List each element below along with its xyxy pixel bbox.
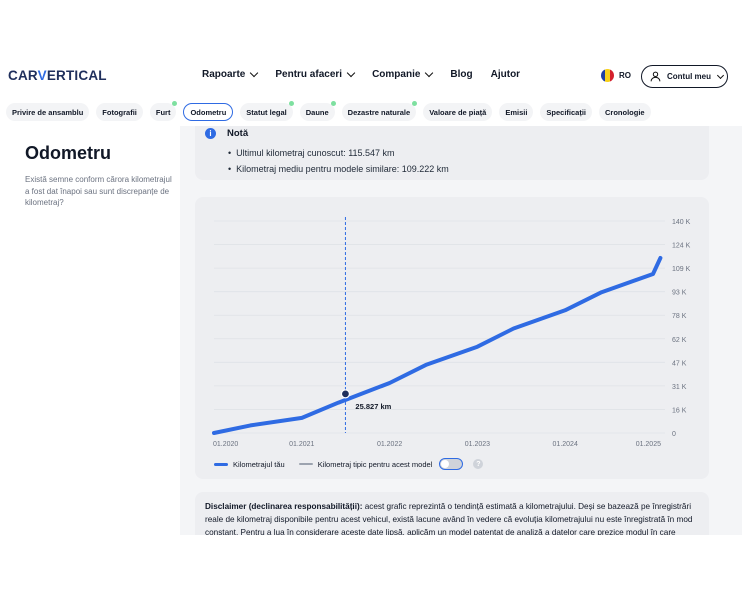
- x-tick-label: 01.2024: [553, 441, 578, 448]
- nav-rapoarte[interactable]: Rapoarte: [202, 68, 259, 80]
- user-icon: [650, 71, 661, 82]
- tab-furt[interactable]: Furt: [149, 101, 178, 121]
- status-dot: [330, 101, 336, 106]
- account-button[interactable]: Contul meu: [641, 65, 728, 88]
- x-tick-label: 01.2021: [289, 441, 314, 448]
- tab-fotografii[interactable]: Fotografii: [96, 103, 143, 121]
- tab-cronologie[interactable]: Cronologie: [599, 103, 651, 121]
- tab-label: Specificații: [546, 107, 587, 117]
- toggle-knob: [441, 460, 450, 468]
- nav-pentru-afaceri[interactable]: Pentru afaceri: [275, 68, 356, 80]
- nav-ajutor[interactable]: Ajutor: [491, 69, 520, 80]
- status-dot: [288, 101, 294, 106]
- chevron-down-icon: [346, 68, 356, 78]
- account-label: Contul meu: [667, 72, 711, 81]
- tab-label: Emisii: [505, 107, 528, 117]
- tab-emisii[interactable]: Emisii: [499, 103, 534, 121]
- x-tick-label: 01.2025: [636, 441, 661, 448]
- tab-label: Daune: [305, 107, 329, 117]
- language-selector[interactable]: RO: [601, 69, 631, 82]
- tab-specificații[interactable]: Specificații: [540, 103, 593, 121]
- legend-label-your-mileage: Kilometrajul tău: [233, 459, 285, 469]
- nav-label: Blog: [450, 69, 473, 80]
- chevron-down-icon: [250, 68, 259, 78]
- tab-daune[interactable]: Daune: [299, 101, 336, 121]
- nav-label: Ajutor: [490, 69, 521, 80]
- site-header: CARVERTICAL Rapoarte Pentru afaceri Comp…: [0, 60, 750, 94]
- x-tick-label: 01.2022: [377, 441, 402, 448]
- language-code: RO: [619, 71, 631, 80]
- top-blank-area: [0, 0, 750, 60]
- tab-privire-de-ansamblu[interactable]: Privire de ansamblu: [6, 103, 90, 121]
- legend-swatch-typical-mileage: [298, 463, 313, 465]
- y-tick-label: 78 K: [672, 313, 687, 320]
- legend-swatch-your-mileage: [214, 462, 228, 466]
- tab-label: Dezastre naturale: [347, 107, 411, 117]
- carvertical-logo[interactable]: CARVERTICAL: [8, 68, 107, 83]
- chart-legend: Kilometrajul tău Kilometraj tipic pentru…: [214, 458, 484, 470]
- help-icon[interactable]: ?: [473, 459, 484, 469]
- series-line-your-mileage: [212, 256, 663, 435]
- main-nav: Rapoarte Pentru afaceri Companie Blog Aj…: [202, 68, 538, 80]
- report-tabs: Privire de ansamblu Fotografii Furt Odometr…: [0, 101, 750, 123]
- marker-point: [340, 389, 351, 399]
- y-tick-label: 31 K: [672, 384, 687, 391]
- disclaimer-title: Disclaimer (declinarea responsabilității…: [205, 502, 363, 511]
- nav-label: Pentru afaceri: [275, 69, 343, 80]
- tab-label: Furt: [155, 107, 171, 117]
- romania-flag-icon: [601, 69, 614, 82]
- logo-text-car: CAR: [8, 68, 38, 83]
- note-item: Kilometraj mediu pentru modele similare:…: [228, 161, 449, 177]
- page-title: Odometru: [25, 143, 112, 163]
- x-tick-label: 01.2023: [465, 441, 490, 448]
- y-tick-label: 62 K: [672, 337, 687, 344]
- tab-odometru[interactable]: Odometru: [183, 103, 234, 121]
- logo-text-ertical: ERTICAL: [46, 68, 107, 83]
- tab-dezastre-naturale[interactable]: Dezastre naturale: [341, 101, 418, 121]
- tab-label: Cronologie: [605, 107, 645, 117]
- marker-label: 25.827 km: [355, 402, 391, 411]
- chevron-down-icon: [716, 71, 725, 79]
- tab-statut-legal[interactable]: Statut legal: [240, 101, 294, 121]
- odometer-chart: 0 16 K 31 K 47 K 62 K 78 K 93 K 109 K 124 K 140 K…: [212, 217, 691, 448]
- y-tick-label: 16 K: [672, 407, 687, 414]
- y-tick-label: 109 K: [672, 266, 691, 273]
- tab-label: Fotografii: [102, 107, 137, 117]
- tab-label: Valoare de piață: [429, 107, 487, 117]
- section-description: Există semne conform cărora kilometrajul…: [25, 175, 172, 207]
- note-list: Ultimul kilometraj cunoscut: 115.547 km …: [228, 145, 449, 177]
- nav-label: Companie: [372, 69, 421, 80]
- x-tick-label: 01.2020: [213, 441, 238, 448]
- y-tick-label: 47 K: [672, 360, 687, 367]
- chevron-down-icon: [425, 68, 434, 78]
- status-dot: [172, 101, 178, 106]
- info-icon: i: [205, 128, 216, 139]
- status-dot: [412, 101, 418, 106]
- legend-label-typical-mileage: Kilometraj tipic pentru acest model: [317, 459, 433, 469]
- y-tick-label: 124 K: [672, 243, 691, 250]
- note-item: Ultimul kilometraj cunoscut: 115.547 km: [228, 145, 449, 161]
- y-tick-label: 0: [672, 431, 676, 438]
- tab-label: Statut legal: [246, 107, 287, 117]
- tab-label: Odometru: [190, 107, 227, 117]
- nav-label: Rapoarte: [202, 69, 246, 80]
- y-tick-label: 140 K: [672, 219, 691, 226]
- typical-mileage-toggle[interactable]: [439, 458, 464, 470]
- y-tick-label: 93 K: [672, 290, 687, 297]
- nav-blog[interactable]: Blog: [450, 69, 472, 80]
- note-title: Notă: [227, 128, 249, 139]
- nav-companie[interactable]: Companie: [372, 68, 434, 80]
- logo-text-v: V: [37, 68, 47, 83]
- tab-valoare-de-piață[interactable]: Valoare de piață: [423, 103, 493, 121]
- tab-label: Privire de ansamblu: [12, 107, 84, 117]
- disclaimer-box: Disclaimer (declinarea responsabilității…: [195, 492, 709, 535]
